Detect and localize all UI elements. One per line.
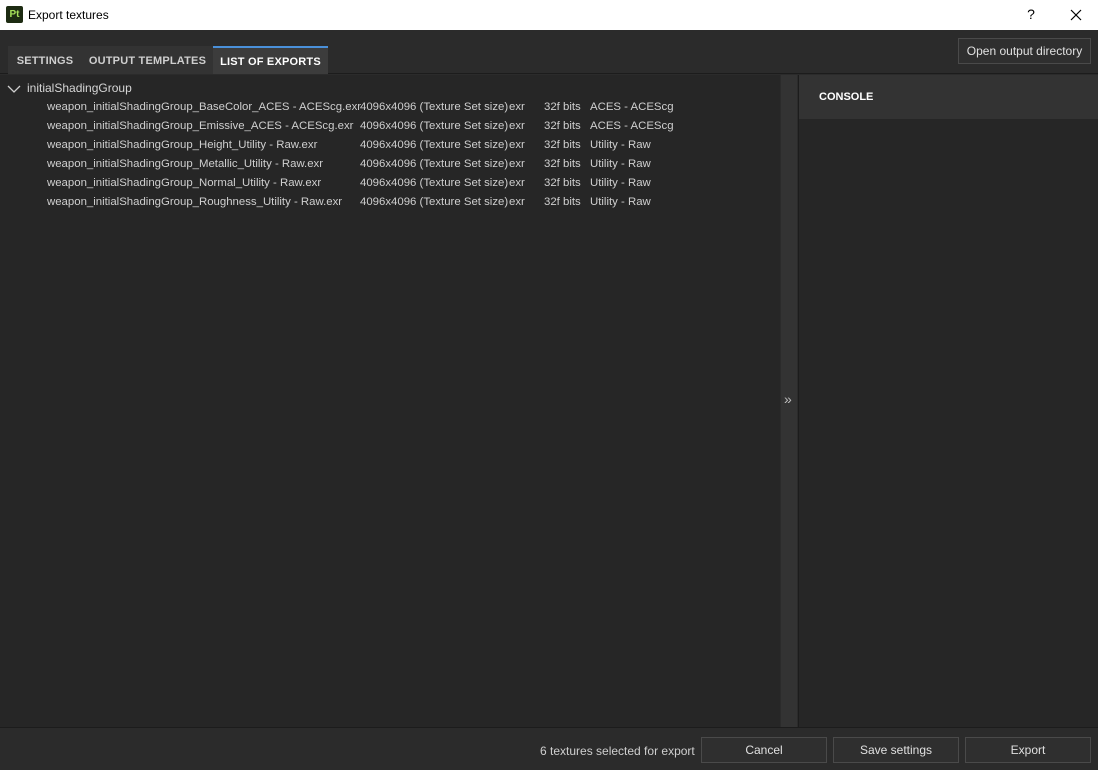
save-settings-button[interactable]: Save settings bbox=[833, 737, 959, 763]
file-name: weapon_initialShadingGroup_BaseColor_ACE… bbox=[47, 101, 362, 113]
list-item[interactable]: weapon_initialShadingGroup_Roughness_Uti… bbox=[0, 194, 780, 213]
app-logo-icon: Pt bbox=[6, 6, 23, 23]
cancel-button[interactable]: Cancel bbox=[701, 737, 827, 763]
color-space: ACES - ACEScg bbox=[590, 120, 674, 132]
bit-depth: 32f bits bbox=[544, 158, 581, 170]
file-name: weapon_initialShadingGroup_Height_Utilit… bbox=[47, 139, 318, 151]
open-output-directory-button[interactable]: Open output directory bbox=[958, 38, 1091, 64]
title-bar: Pt Export textures ? bbox=[0, 0, 1098, 30]
color-space: ACES - ACEScg bbox=[590, 101, 674, 113]
file-format: exr bbox=[509, 158, 525, 170]
color-space: Utility - Raw bbox=[590, 196, 651, 208]
bit-depth: 32f bits bbox=[544, 139, 581, 151]
group-label: initialShadingGroup bbox=[27, 81, 132, 95]
tab-output-templates[interactable]: OUTPUT TEMPLATES bbox=[82, 46, 213, 74]
file-name: weapon_initialShadingGroup_Emissive_ACES… bbox=[47, 120, 354, 132]
list-item[interactable]: weapon_initialShadingGroup_Height_Utilit… bbox=[0, 137, 780, 156]
file-format: exr bbox=[509, 196, 525, 208]
help-button[interactable]: ? bbox=[1018, 4, 1044, 26]
list-item[interactable]: weapon_initialShadingGroup_BaseColor_ACE… bbox=[0, 99, 780, 118]
console-header: CONSOLE bbox=[799, 75, 1098, 119]
window-title: Export textures bbox=[28, 8, 109, 22]
tab-list-of-exports[interactable]: LIST OF EXPORTS bbox=[213, 46, 328, 74]
export-button[interactable]: Export bbox=[965, 737, 1091, 763]
list-item[interactable]: weapon_initialShadingGroup_Metallic_Util… bbox=[0, 156, 780, 175]
texture-size: 4096x4096 (Texture Set size) bbox=[360, 120, 509, 132]
console-title: CONSOLE bbox=[819, 91, 874, 103]
bit-depth: 32f bits bbox=[544, 101, 581, 113]
texture-size: 4096x4096 (Texture Set size) bbox=[360, 177, 509, 189]
tab-strip: SETTINGS OUTPUT TEMPLATES LIST OF EXPORT… bbox=[0, 30, 1098, 74]
expand-arrow-icon[interactable]: » bbox=[784, 391, 792, 407]
color-space: Utility - Raw bbox=[590, 139, 651, 151]
color-space: Utility - Raw bbox=[590, 177, 651, 189]
close-button[interactable] bbox=[1062, 4, 1090, 26]
bit-depth: 32f bits bbox=[544, 177, 581, 189]
panel-splitter[interactable]: » bbox=[781, 75, 797, 727]
console-panel: CONSOLE bbox=[798, 75, 1098, 727]
file-name: weapon_initialShadingGroup_Normal_Utilit… bbox=[47, 177, 322, 189]
file-format: exr bbox=[509, 139, 525, 151]
file-format: exr bbox=[509, 177, 525, 189]
export-status-text: 6 textures selected for export bbox=[540, 744, 695, 758]
file-format: exr bbox=[509, 101, 525, 113]
color-space: Utility - Raw bbox=[590, 158, 651, 170]
list-item[interactable]: weapon_initialShadingGroup_Emissive_ACES… bbox=[0, 118, 780, 137]
bit-depth: 32f bits bbox=[544, 196, 581, 208]
texture-size: 4096x4096 (Texture Set size) bbox=[360, 101, 509, 113]
bit-depth: 32f bits bbox=[544, 120, 581, 132]
tab-settings[interactable]: SETTINGS bbox=[8, 46, 82, 74]
export-list-panel: initialShadingGroup weapon_initialShadin… bbox=[0, 75, 780, 727]
footer-bar: 6 textures selected for export Cancel Sa… bbox=[0, 727, 1098, 770]
close-icon bbox=[1070, 9, 1082, 21]
chevron-down-icon[interactable] bbox=[7, 84, 21, 94]
list-item[interactable]: weapon_initialShadingGroup_Normal_Utilit… bbox=[0, 175, 780, 194]
texture-size: 4096x4096 (Texture Set size) bbox=[360, 139, 509, 151]
file-format: exr bbox=[509, 120, 525, 132]
texture-size: 4096x4096 (Texture Set size) bbox=[360, 158, 509, 170]
texture-size: 4096x4096 (Texture Set size) bbox=[360, 196, 509, 208]
file-name: weapon_initialShadingGroup_Metallic_Util… bbox=[47, 158, 324, 170]
file-name: weapon_initialShadingGroup_Roughness_Uti… bbox=[47, 196, 343, 208]
